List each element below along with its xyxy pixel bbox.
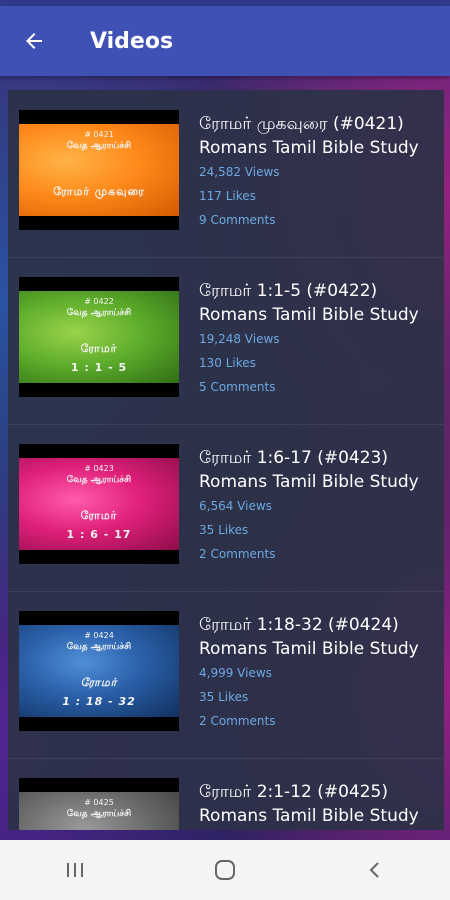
video-series[interactable]: Romans Tamil Bible Study bbox=[199, 470, 439, 494]
thumbnail-number: # 0424 bbox=[84, 631, 114, 640]
comment-count: 5 Comments bbox=[199, 380, 276, 394]
video-series[interactable]: Romans Tamil Bible Study bbox=[199, 804, 439, 828]
comment-count: 2 Comments bbox=[199, 547, 276, 561]
view-count: 6,564 Views bbox=[199, 499, 272, 513]
like-count: 35 Likes bbox=[199, 523, 249, 537]
thumbnail-number: # 0423 bbox=[84, 464, 114, 473]
video-title[interactable]: ரோமர் 1:1-5 (#0422) bbox=[199, 279, 439, 303]
recent-apps-icon bbox=[67, 863, 83, 877]
video-item[interactable]: # 0425 வேத ஆராய்ச்சி ரோமர் 2:1-12 (#0425… bbox=[8, 758, 444, 830]
like-count: 130 Likes bbox=[199, 356, 256, 370]
back-button-system[interactable] bbox=[345, 850, 405, 890]
comment-count: 2 Comments bbox=[199, 714, 276, 728]
thumbnail-subtitle: வேத ஆராய்ச்சி bbox=[66, 642, 132, 652]
thumbnail-subtitle: வேத ஆராய்ச்சி bbox=[66, 141, 132, 151]
thumbnail-title: ரோமர் முகவுரை bbox=[53, 185, 145, 198]
thumbnail-number: # 0422 bbox=[84, 297, 114, 306]
system-nav-bar bbox=[0, 840, 450, 900]
home-icon bbox=[215, 860, 235, 880]
view-count: 19,248 Views bbox=[199, 332, 280, 346]
video-item[interactable]: # 0424 வேத ஆராய்ச்சி ரோமர் 1 : 18 - 32 ர… bbox=[8, 591, 444, 759]
thumbnail-title: ரோமர் 1 : 6 - 17 bbox=[66, 509, 132, 541]
like-count: 35 Likes bbox=[199, 690, 249, 704]
video-list[interactable]: # 0421 வேத ஆராய்ச்சி ரோமர் முகவுரை ரோமர்… bbox=[8, 90, 444, 830]
thumbnail-subtitle: வேத ஆராய்ச்சி bbox=[66, 475, 132, 485]
comment-count: 9 Comments bbox=[199, 213, 276, 227]
thumbnail-number: # 0421 bbox=[84, 130, 114, 139]
video-thumbnail[interactable]: # 0421 வேத ஆராய்ச்சி ரோமர் முகவுரை bbox=[19, 110, 179, 230]
video-title[interactable]: ரோமர் 1:18-32 (#0424) bbox=[199, 613, 439, 637]
arrow-back-icon bbox=[26, 33, 42, 49]
back-chevron-icon bbox=[369, 862, 379, 878]
video-series[interactable]: Romans Tamil Bible Study bbox=[199, 303, 439, 327]
video-series[interactable]: Romans Tamil Bible Study bbox=[199, 637, 439, 661]
thumbnail-title: ரோமர் 1 : 18 - 32 bbox=[62, 676, 136, 708]
home-button[interactable] bbox=[195, 850, 255, 890]
video-thumbnail[interactable]: # 0422 வேத ஆராய்ச்சி ரோமர் 1 : 1 - 5 bbox=[19, 277, 179, 397]
video-thumbnail[interactable]: # 0424 வேத ஆராய்ச்சி ரோமர் 1 : 18 - 32 bbox=[19, 611, 179, 731]
video-item[interactable]: # 0422 வேத ஆராய்ச்சி ரோமர் 1 : 1 - 5 ரோம… bbox=[8, 257, 444, 425]
thumbnail-subtitle: வேத ஆராய்ச்சி bbox=[66, 308, 132, 318]
video-item[interactable]: # 0421 வேத ஆராய்ச்சி ரோமர் முகவுரை ரோமர்… bbox=[8, 90, 444, 258]
recent-apps-button[interactable] bbox=[45, 850, 105, 890]
thumbnail-number: # 0425 bbox=[84, 798, 114, 807]
video-item[interactable]: # 0423 வேத ஆராய்ச்சி ரோமர் 1 : 6 - 17 ரோ… bbox=[8, 424, 444, 592]
thumbnail-subtitle: வேத ஆராய்ச்சி bbox=[66, 809, 132, 819]
video-series[interactable]: Romans Tamil Bible Study bbox=[199, 136, 439, 160]
video-thumbnail[interactable]: # 0423 வேத ஆராய்ச்சி ரோமர் 1 : 6 - 17 bbox=[19, 444, 179, 564]
view-count: 4,999 Views bbox=[199, 666, 272, 680]
page-title: Videos bbox=[90, 28, 174, 54]
thumbnail-title: ரோமர் 1 : 1 - 5 bbox=[70, 342, 128, 374]
like-count: 117 Likes bbox=[199, 189, 256, 203]
view-count: 24,582 Views bbox=[199, 165, 280, 179]
back-button[interactable] bbox=[14, 21, 54, 61]
video-thumbnail[interactable]: # 0425 வேத ஆராய்ச்சி bbox=[19, 778, 179, 830]
video-title[interactable]: ரோமர் 2:1-12 (#0425) bbox=[199, 780, 439, 804]
video-title[interactable]: ரோமர் முகவுரை (#0421) bbox=[199, 112, 439, 136]
video-title[interactable]: ரோமர் 1:6-17 (#0423) bbox=[199, 446, 439, 470]
app-bar: Videos bbox=[0, 6, 450, 76]
